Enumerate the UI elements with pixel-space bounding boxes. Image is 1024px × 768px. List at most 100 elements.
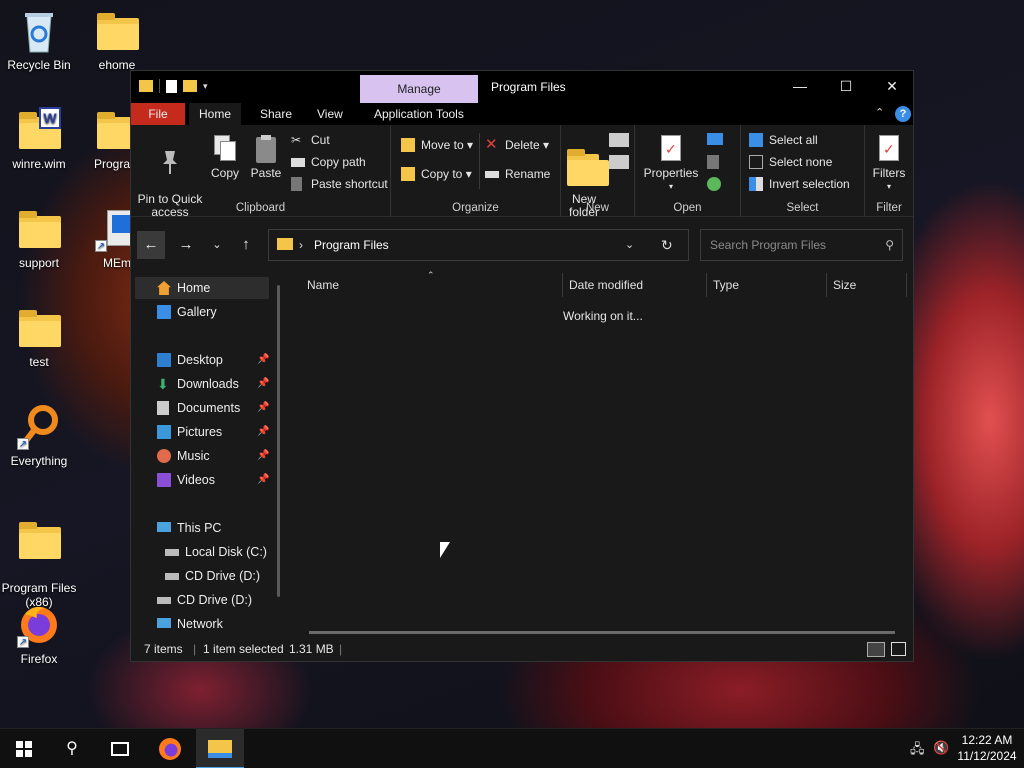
task-view-button[interactable] xyxy=(96,729,144,768)
nav-item-pictures[interactable]: Pictures 📌 xyxy=(157,421,277,443)
desktop-icon-support[interactable]: support xyxy=(0,206,78,270)
breadcrumb-program-files[interactable]: Program Files xyxy=(314,230,389,260)
clock[interactable]: 12:22 AM 11/12/2024 xyxy=(952,732,1022,764)
nav-item-documents[interactable]: Documents 📌 xyxy=(157,397,277,419)
desktop-icon-ehome[interactable]: ehome xyxy=(78,8,156,72)
history-icon[interactable] xyxy=(707,177,721,191)
filters-label: Filters xyxy=(872,166,906,180)
new-item-icon[interactable] xyxy=(609,133,629,147)
address-dropdown-icon[interactable]: ⌄ xyxy=(625,230,634,260)
forward-button[interactable]: → xyxy=(172,231,200,259)
properties-label: Properties xyxy=(643,166,699,180)
delete-button[interactable]: ✕ Delete ▾ xyxy=(485,135,549,155)
tab-share[interactable]: Share xyxy=(250,103,302,125)
tab-file[interactable]: File xyxy=(131,103,185,125)
desktop-icon-recycle-bin[interactable]: Recycle Bin xyxy=(0,8,78,72)
new-folder-icon xyxy=(567,148,609,186)
search-icon: ⚲ xyxy=(885,238,894,252)
properties-icon[interactable] xyxy=(166,79,177,93)
pin-icon[interactable]: 📌 xyxy=(257,397,269,419)
pin-icon[interactable]: 📌 xyxy=(257,445,269,467)
desktop-icon-firefox[interactable]: ↗ Firefox xyxy=(0,602,78,666)
chevron-up-icon[interactable]: ⌃ xyxy=(875,106,884,119)
tab-application-tools[interactable]: Application Tools xyxy=(364,103,474,125)
tab-manage[interactable]: Manage xyxy=(360,75,478,103)
maximize-button[interactable]: ☐ xyxy=(823,71,869,101)
scissors-icon: ✂ xyxy=(291,133,302,147)
new-folder-icon[interactable] xyxy=(183,80,197,92)
pin-icon[interactable]: 📌 xyxy=(257,421,269,443)
cut-button[interactable]: ✂ Cut xyxy=(291,130,330,150)
sort-ascending-icon: ⌃ xyxy=(427,270,435,280)
search-icon: ⚲ xyxy=(66,740,78,757)
ribbon-group-organize: Move to ▾ Copy to ▾ ✕ Delete ▾ Rename Org… xyxy=(391,125,561,217)
filters-button[interactable]: ✓ Filters ▾ xyxy=(867,131,911,193)
nav-item-downloads[interactable]: ⬇ Downloads 📌 xyxy=(157,373,277,395)
properties-button[interactable]: ✓ Properties ▾ xyxy=(641,131,701,193)
tab-view[interactable]: View xyxy=(307,103,353,125)
videos-icon xyxy=(157,473,171,487)
search-button[interactable]: ⚲ xyxy=(48,729,96,768)
nav-item-label: Music xyxy=(177,449,210,463)
column-header-date-modified[interactable]: Date modified xyxy=(563,273,707,297)
edit-icon[interactable] xyxy=(707,155,719,169)
chevron-down-icon[interactable]: ▾ xyxy=(203,80,211,92)
ribbon-group-open: ✓ Properties ▾ Open xyxy=(635,125,741,217)
pin-icon[interactable]: 📌 xyxy=(257,349,269,371)
nav-pane-scrollbar[interactable] xyxy=(277,285,280,597)
computer-icon xyxy=(157,522,171,532)
pin-icon[interactable]: 📌 xyxy=(257,373,269,395)
paste-button[interactable]: Paste xyxy=(247,131,285,180)
delete-icon: ✕ xyxy=(485,136,498,153)
quick-access-toolbar: ▾ xyxy=(139,79,211,93)
recent-locations-button[interactable]: ⌄ xyxy=(203,231,231,259)
copy-path-button[interactable]: Copy path xyxy=(291,152,366,172)
tab-home[interactable]: Home xyxy=(189,103,242,125)
chevron-down-icon: ⌄ xyxy=(212,239,222,251)
network-status-icon[interactable]: 🖧 xyxy=(910,740,925,762)
column-header-type[interactable]: Type xyxy=(707,273,827,297)
easy-access-icon[interactable] xyxy=(609,155,629,169)
desktop-icon-test[interactable]: test xyxy=(0,305,78,369)
copy-to-button[interactable]: Copy to ▾ xyxy=(401,164,472,184)
title-bar[interactable]: ▾ Manage Program Files — ☐ ✕ xyxy=(131,71,913,103)
select-none-button[interactable]: Select none xyxy=(749,152,832,172)
nav-item-label: CD Drive (D:) xyxy=(177,593,252,607)
volume-muted-icon[interactable]: 🔇 xyxy=(933,740,949,756)
search-input[interactable]: Search Program Files ⚲ xyxy=(700,229,903,261)
paste-shortcut-button[interactable]: Paste shortcut xyxy=(291,174,388,194)
horizontal-scrollbar[interactable] xyxy=(309,631,895,634)
invert-selection-button[interactable]: Invert selection xyxy=(749,174,850,194)
start-button[interactable] xyxy=(0,729,48,768)
desktop-icon-winre[interactable]: W winre.wim xyxy=(0,107,78,171)
nav-item-music[interactable]: Music 📌 xyxy=(157,445,277,467)
address-bar[interactable]: › Program Files ⌄ ↻ xyxy=(268,229,689,261)
refresh-icon[interactable]: ↻ xyxy=(661,230,673,260)
column-header-size[interactable]: Size xyxy=(827,273,907,297)
taskbar-firefox[interactable] xyxy=(146,729,194,768)
open-icon[interactable] xyxy=(707,133,723,145)
copy-button[interactable]: Copy xyxy=(207,131,243,180)
rename-button[interactable]: Rename xyxy=(485,164,550,184)
nav-item-videos[interactable]: Videos 📌 xyxy=(157,469,277,491)
taskbar-file-explorer[interactable] xyxy=(196,729,244,768)
large-icons-view-icon[interactable] xyxy=(891,642,906,656)
copy-path-icon xyxy=(291,158,305,167)
mouse-cursor-icon xyxy=(440,542,450,558)
select-all-button[interactable]: Select all xyxy=(749,130,818,150)
up-button[interactable]: ↑ xyxy=(232,231,260,259)
pin-icon[interactable]: 📌 xyxy=(257,469,269,491)
desktop-icon xyxy=(157,353,171,367)
folder-icon xyxy=(277,238,293,250)
close-button[interactable]: ✕ xyxy=(869,71,915,101)
help-icon[interactable]: ? xyxy=(895,106,911,122)
minimize-button[interactable]: — xyxy=(777,71,823,101)
desktop-icon-everything[interactable]: ↗ Everything xyxy=(0,404,78,468)
details-view-icon[interactable] xyxy=(867,642,885,657)
nav-item-desktop[interactable]: Desktop 📌 xyxy=(157,349,277,371)
invert-selection-label: Invert selection xyxy=(769,177,850,191)
folder-icon xyxy=(15,206,63,252)
back-button[interactable]: ← xyxy=(137,231,165,259)
select-all-icon xyxy=(749,133,763,147)
move-to-button[interactable]: Move to ▾ xyxy=(401,135,473,155)
